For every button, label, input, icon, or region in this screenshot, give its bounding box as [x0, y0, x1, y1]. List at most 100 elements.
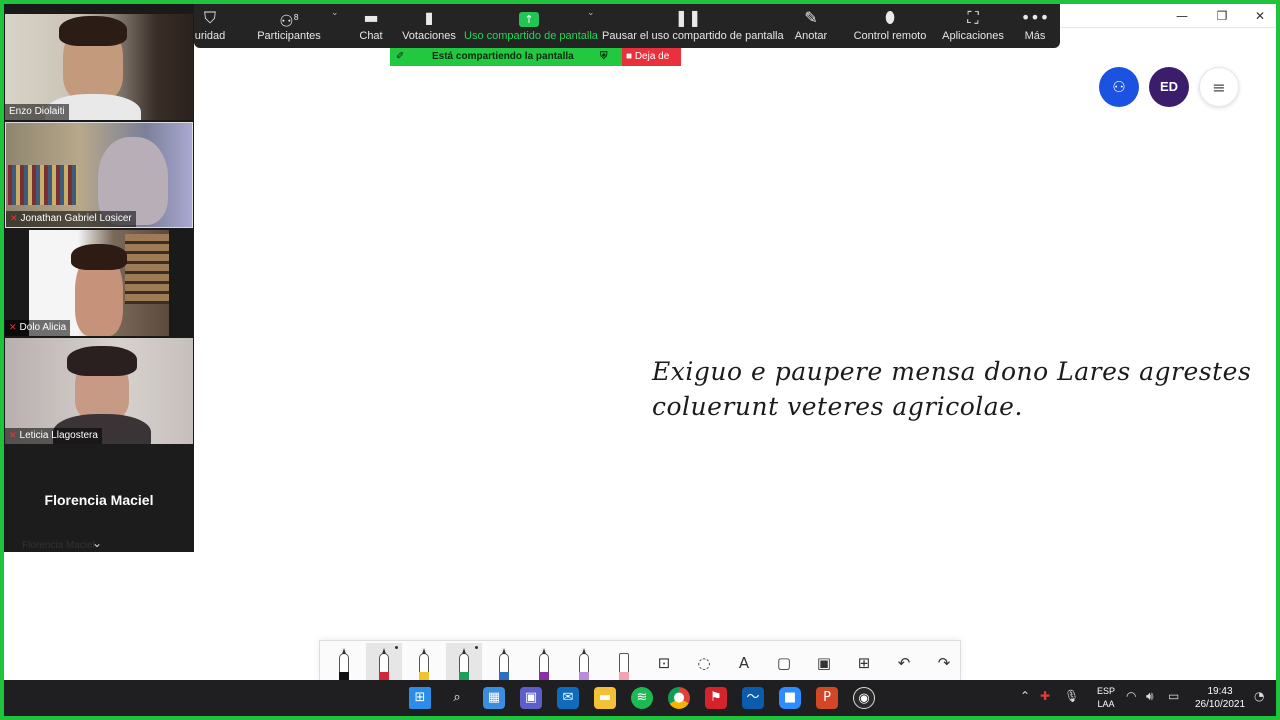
chat-icon: ▬ [363, 8, 379, 27]
pen-red[interactable] [366, 643, 402, 683]
video-tile[interactable]: ✕ Leticia Llagostera [5, 338, 193, 444]
zoom-icon[interactable]: ■ [779, 687, 801, 709]
microphone-icon[interactable]: 🎙︎ [1064, 689, 1079, 703]
person-add-icon: ⚇ [1112, 78, 1126, 96]
participant-name-small: Florencia Maciel [22, 540, 95, 551]
annotate-button[interactable]: ✎ Anotar [790, 4, 832, 48]
language-indicator[interactable]: ESP LAA [1094, 685, 1118, 711]
powerpoint-icon[interactable]: P [816, 687, 838, 709]
mail-icon[interactable]: ✉ [557, 687, 579, 709]
chevron-down-icon: ⌄ [587, 8, 595, 18]
pen-purple[interactable] [526, 643, 562, 683]
wifi-icon[interactable]: ◠ [1126, 689, 1136, 703]
video-tile[interactable]: Enzo Diolaiti [5, 14, 193, 120]
handwritten-text: Exiguo e paupere mensa dono Lares agrest… [652, 354, 1252, 424]
pen-yellow[interactable] [406, 643, 442, 683]
ruler-tool[interactable]: ⊡ [646, 643, 682, 683]
video-tile[interactable]: ✕ Dolo Alicia [5, 230, 193, 336]
pen-blue[interactable] [486, 643, 522, 683]
bookshelf [125, 234, 169, 304]
participants-caret[interactable]: ⌄ [324, 4, 339, 48]
note-icon: ▢ [776, 654, 792, 672]
pen-icon [379, 648, 389, 681]
video-tile[interactable]: ✕ Jonathan Gabriel Losicer [5, 122, 193, 228]
chevron-down-icon[interactable]: ⌄ [92, 536, 102, 550]
eraser-icon [619, 653, 629, 681]
eraser-tool[interactable] [606, 643, 642, 683]
sharing-banner: ✐ Está compartiendo la pantalla ⛨ [390, 48, 622, 66]
ruler-icon: ⊡ [657, 654, 671, 672]
volume-icon[interactable]: 🔊︎ [1146, 689, 1154, 704]
polls-button[interactable]: ▮ Votaciones [402, 4, 456, 48]
add-icon: ⊞ [857, 654, 871, 672]
pen-icon [459, 648, 469, 681]
name-only-tile[interactable]: Florencia Maciel Florencia Maciel ⌄ [4, 444, 194, 552]
pause-icon: ❚❚ [674, 8, 702, 27]
highlighter-tool[interactable] [566, 643, 602, 683]
avatar[interactable]: ED [1149, 67, 1189, 107]
highlighter-icon [579, 648, 589, 681]
chat-button[interactable]: ▬ Chat [354, 4, 388, 48]
undo-icon: ↶ [897, 654, 911, 672]
obs-icon[interactable]: ◉ [853, 687, 875, 709]
app-tray-icon[interactable]: ✚ [1040, 689, 1050, 703]
pen-black[interactable] [326, 643, 362, 683]
remote-control-button[interactable]: ⬮ Control remoto [852, 4, 928, 48]
participants-panel: Enzo Diolaiti ✕ Jonathan Gabriel Losicer … [4, 4, 194, 552]
pen-icon [499, 648, 509, 681]
minimize-icon[interactable]: — [1165, 6, 1199, 26]
pause-share-button[interactable]: ❚❚ Pausar el uso compartido de pantalla [602, 4, 784, 48]
folder-icon[interactable]: ▬ [594, 687, 616, 709]
chevron-down-icon: ⌄ [331, 8, 339, 18]
pen-toolbar: ⊡ ◌ A ▢ ▣ ⊞ ↶ ↷ [319, 640, 962, 683]
restore-icon[interactable]: ❐ [1205, 6, 1239, 26]
participants-button[interactable]: ⚇8 Participantes [254, 4, 324, 48]
mic-muted-icon: ✕ [9, 323, 17, 333]
redo-icon: ↷ [937, 654, 951, 672]
share-user-button[interactable]: ⚇ [1099, 67, 1139, 107]
whiteboard-icon[interactable]: 〜 [742, 687, 764, 709]
clock[interactable]: 19:43 26/10/2021 [1192, 685, 1248, 711]
battery-icon[interactable]: ▭ [1168, 689, 1179, 703]
windows-start-icon[interactable]: ⊞ [409, 687, 431, 709]
image-tool[interactable]: ▣ [806, 643, 842, 683]
undo-button[interactable]: ↶ [886, 643, 922, 683]
mic-muted-icon: ✕ [9, 431, 17, 441]
share-screen-button[interactable]: ↑ Uso compartido de pantalla [464, 4, 598, 48]
pen-green[interactable] [446, 643, 482, 683]
participant-name: ✕ Leticia Llagostera [5, 428, 102, 444]
spotify-icon[interactable]: ≋ [631, 687, 653, 709]
apps-icon: ⛶ [967, 8, 979, 27]
menu-button[interactable]: ≡ [1199, 67, 1239, 107]
shape-tool[interactable]: ▢ [766, 643, 802, 683]
pin-icon[interactable]: ✐ [396, 48, 404, 66]
sharing-status-text: Está compartiendo la pantalla [432, 51, 574, 62]
app-titlebar: — ❐ ✕ [1059, 4, 1276, 28]
teams-icon[interactable]: ▣ [520, 687, 542, 709]
mic-muted-icon: ✕ [10, 214, 18, 224]
image-icon: ▣ [816, 654, 832, 672]
more-icon: ••• [1020, 8, 1050, 27]
pen-icon [539, 648, 549, 681]
notifications-icon[interactable]: ◔ [1254, 689, 1264, 703]
security-button[interactable]: ⛉ uridad [194, 4, 226, 48]
more-button[interactable]: ••• Más [1020, 4, 1050, 48]
search-icon[interactable]: ⌕ [446, 687, 468, 709]
lasso-icon: ◌ [697, 654, 711, 672]
stop-share-button[interactable]: ■ Deja de [622, 48, 681, 66]
redo-button[interactable]: ↷ [926, 643, 962, 683]
text-icon: A [738, 654, 750, 672]
participant-hair [59, 16, 127, 46]
chevron-up-icon[interactable]: ⌃ [1020, 689, 1030, 703]
add-tool[interactable]: ⊞ [846, 643, 882, 683]
chrome-icon[interactable]: ● [668, 687, 690, 709]
lasso-tool[interactable]: ◌ [686, 643, 722, 683]
share-caret[interactable]: ⌄ [580, 4, 595, 48]
acrobat-icon[interactable]: ⚑ [705, 687, 727, 709]
task-view-icon[interactable]: ▦ [483, 687, 505, 709]
apps-button[interactable]: ⛶ Aplicaciones [942, 4, 1004, 48]
mouse-icon: ⬮ [884, 8, 896, 27]
text-tool[interactable]: A [726, 643, 762, 683]
participant-name: Enzo Diolaiti [5, 104, 69, 120]
close-icon[interactable]: ✕ [1243, 6, 1276, 26]
